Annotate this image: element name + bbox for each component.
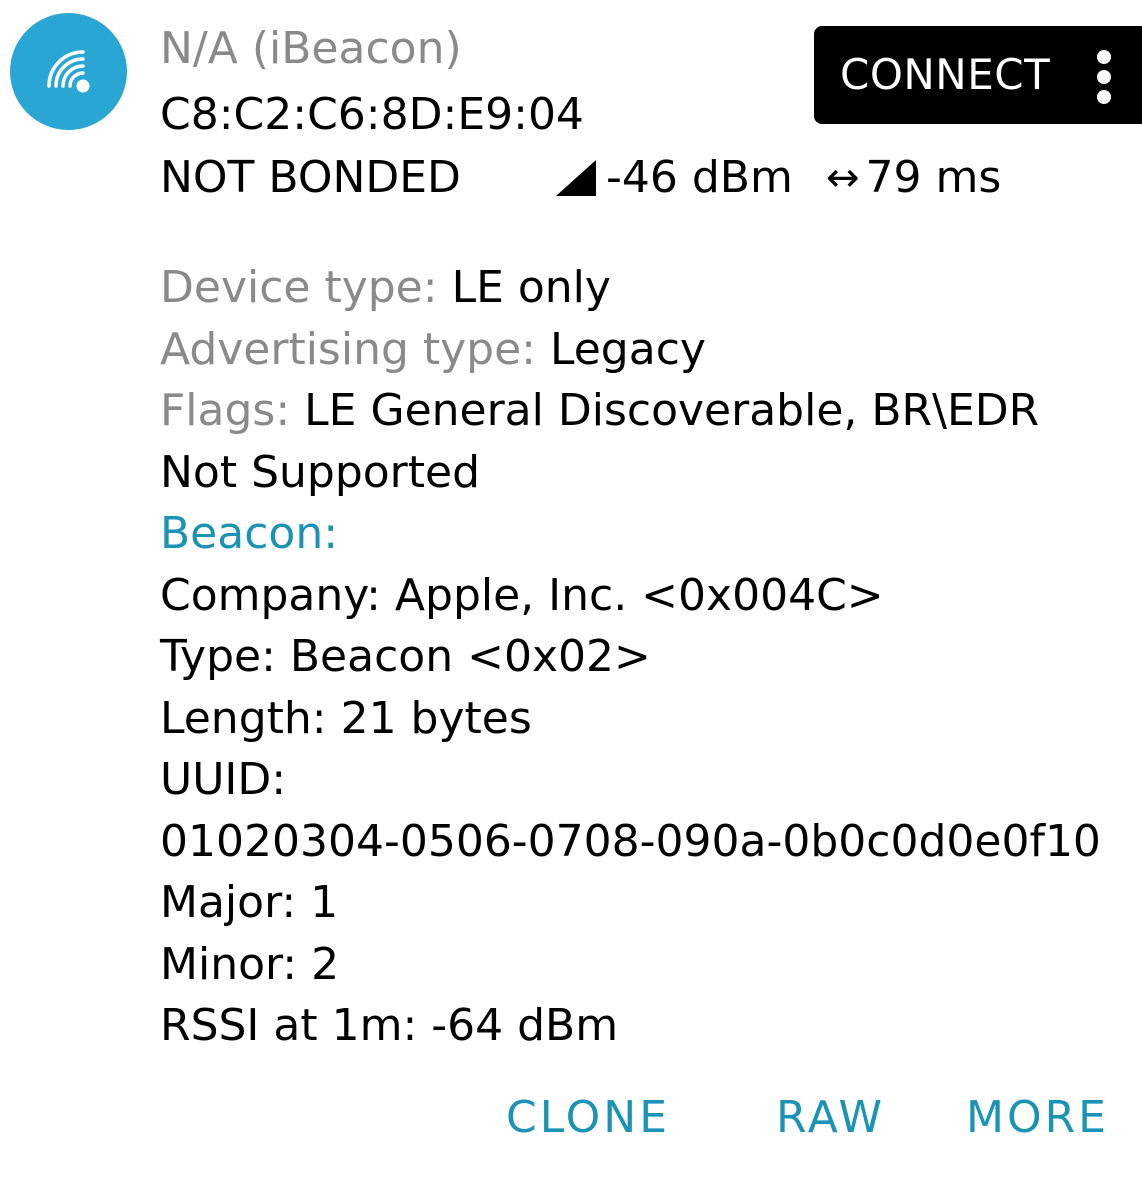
more-button[interactable]: MORE	[966, 1086, 1109, 1150]
device-address: C8:C2:C6:8D:E9:04	[160, 89, 584, 140]
beacon-heading: Beacon:	[160, 508, 339, 559]
raw-button[interactable]: RAW	[776, 1086, 885, 1150]
advertising-type-label: Advertising type:	[160, 323, 550, 375]
rssi-value: -46 dBm	[606, 152, 793, 203]
beacon-uuid-value: 01020304-0506-0708-090a-0b0c0d0e0f10	[160, 815, 1101, 867]
clone-button[interactable]: CLONE	[506, 1086, 670, 1150]
beacon-rssi-at-1m: RSSI at 1m: -64 dBm	[160, 1000, 619, 1051]
device-name: N/A (iBeacon)	[160, 20, 462, 78]
interval-arrows-icon: ↔	[826, 155, 860, 201]
beacon-uuid-label: UUID:	[160, 754, 287, 805]
device-name-suffix: (iBeacon)	[251, 23, 462, 74]
connect-button-label: CONNECT	[840, 50, 1051, 99]
beacon-length: Length: 21 bytes	[160, 692, 532, 744]
signal-strength-icon	[556, 160, 596, 196]
beacon-major: Major: 1	[160, 877, 339, 928]
device-type-row: Device type: LE only	[160, 257, 1120, 319]
device-name-text: N/A	[160, 23, 238, 74]
advertising-details: Device type: LE only Advertising type: L…	[160, 257, 1120, 1057]
advertising-type-value: Legacy	[549, 323, 706, 375]
beacon-minor: Minor: 2	[160, 938, 340, 990]
beacon-type: Type: Beacon <0x02>	[160, 631, 651, 682]
device-type-value: LE only	[451, 262, 611, 313]
flags-row: Flags: LE General Discoverable, BR\EDR N…	[160, 380, 1120, 503]
more-vertical-icon[interactable]	[1092, 50, 1116, 104]
advertising-type-row: Advertising type: Legacy	[160, 319, 1120, 381]
device-type-label: Device type:	[160, 262, 452, 313]
advertising-interval: ↔ 79 ms	[826, 149, 1001, 207]
flags-label: Flags:	[160, 385, 305, 436]
action-bar: CLONE RAW MORE	[0, 1086, 1142, 1150]
bond-state: NOT BONDED	[160, 152, 461, 203]
rssi-indicator: -46 dBm	[556, 149, 793, 207]
device-card: N/A (iBeacon) C8:C2:C6:8D:E9:04 NOT BOND…	[0, 0, 1142, 1183]
beacon-company: Company: Apple, Inc. <0x004C>	[160, 569, 884, 621]
connect-button[interactable]: CONNECT	[814, 26, 1142, 124]
interval-value: 79 ms	[865, 152, 1002, 203]
wireless-beacon-icon	[10, 13, 127, 130]
